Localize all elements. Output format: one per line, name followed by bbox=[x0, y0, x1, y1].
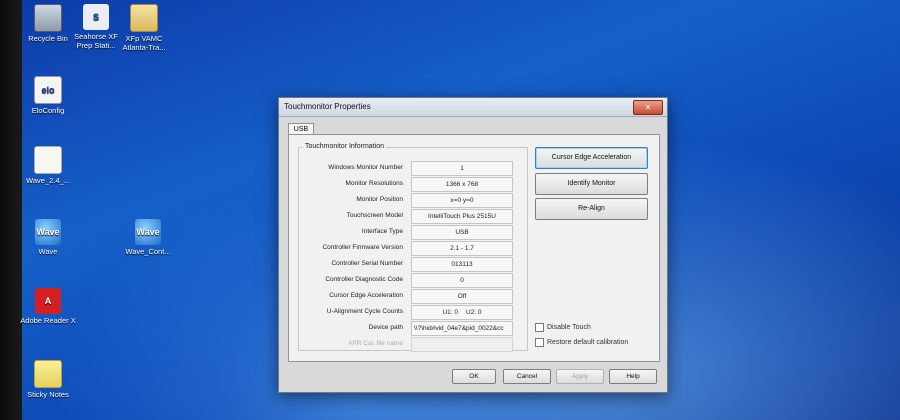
firmware-version-value: 2.1 - 1.7 bbox=[411, 241, 513, 256]
info-row-serial-number: Controller Serial Number 013113 bbox=[289, 257, 517, 272]
desktop: Recycle Bin S Seahorse XF Prep Stati... … bbox=[0, 0, 900, 420]
dialog-titlebar[interactable]: Touchmonitor Properties ✕ bbox=[279, 98, 667, 117]
field-label: Cursor Edge Acceleration bbox=[329, 292, 403, 299]
wave-icon: Wave bbox=[35, 219, 61, 245]
cancel-button[interactable]: Cancel bbox=[503, 369, 551, 384]
info-row-apr-cal-file: APR Cal. file name bbox=[289, 337, 517, 352]
apply-button[interactable]: Apply bbox=[556, 369, 604, 384]
folder-icon bbox=[130, 4, 158, 32]
cursor-edge-acceleration-button[interactable]: Cursor Edge Acceleration bbox=[535, 147, 648, 169]
info-row-device-path: Device path \\?\hid#vid_04e7&pid_0022&cc bbox=[289, 321, 517, 336]
info-row-diagnostic-code: Controller Diagnostic Code 0 bbox=[289, 273, 517, 288]
desktop-icon-wave-pdf[interactable]: Wave_2.4_... bbox=[18, 146, 78, 185]
diagnostic-code-value: 0 bbox=[411, 273, 513, 288]
info-row-touchscreen-model: Touchscreen Model IntelliTouch Plus 2515… bbox=[289, 209, 517, 224]
u1-count: U1: 0 bbox=[442, 309, 458, 316]
u2-count: U2: 0 bbox=[466, 309, 482, 316]
desktop-icon-label: Adobe Reader X bbox=[20, 316, 76, 325]
desktop-icon-sticky-notes[interactable]: Sticky Notes bbox=[18, 360, 78, 399]
recycle-bin-icon bbox=[34, 4, 62, 32]
device-path-value: \\?\hid#vid_04e7&pid_0022&cc bbox=[411, 321, 513, 336]
desktop-icon-label: XFp VAMC Atlanta-Tra... bbox=[122, 34, 166, 52]
restore-default-calibration-checkbox[interactable]: Restore default calibration bbox=[535, 338, 628, 347]
adobe-reader-icon: A bbox=[35, 288, 61, 314]
field-label: Controller Diagnostic Code bbox=[325, 276, 403, 283]
desktop-icon-label: EloConfig bbox=[31, 106, 65, 115]
info-row-monitor-number: Windows Monitor Number 1 bbox=[289, 161, 517, 176]
field-label: U-Alignment Cycle Counts bbox=[326, 308, 403, 315]
desktop-icon-label: Sticky Notes bbox=[27, 390, 69, 399]
usb-tab-panel: Touchmonitor Information Windows Monitor… bbox=[288, 134, 660, 362]
checkbox-label: Restore default calibration bbox=[547, 339, 629, 346]
field-label: Windows Monitor Number bbox=[328, 164, 403, 171]
sticky-notes-icon bbox=[34, 360, 62, 388]
field-label: Controller Serial Number bbox=[331, 260, 403, 267]
checkbox-box[interactable] bbox=[535, 338, 544, 347]
cursor-edge-acceleration-value: Off bbox=[411, 289, 513, 304]
desktop-icon-wave-control[interactable]: Wave Wave_Cont... bbox=[118, 219, 178, 256]
seahorse-icon: S bbox=[83, 4, 109, 30]
group-title: Touchmonitor Information bbox=[303, 143, 386, 150]
desktop-icon-label: Wave_2.4_... bbox=[26, 176, 70, 185]
monitor-resolution-value: 1366 x 768 bbox=[411, 177, 513, 192]
desktop-icon-adobe-reader[interactable]: A Adobe Reader X bbox=[18, 288, 78, 325]
checkbox-box[interactable] bbox=[535, 323, 544, 332]
pdf-file-icon bbox=[34, 146, 62, 174]
checkbox-label: Disable Touch bbox=[547, 324, 591, 331]
dialog-title: Touchmonitor Properties bbox=[284, 102, 371, 111]
elo-icon: elo bbox=[34, 76, 62, 104]
wave-icon: Wave bbox=[135, 219, 161, 245]
re-align-button[interactable]: Re-Align bbox=[535, 198, 648, 220]
touchscreen-model-value: IntelliTouch Plus 2515U bbox=[411, 209, 513, 224]
field-label: Touchscreen Model bbox=[346, 212, 403, 219]
disable-touch-checkbox[interactable]: Disable Touch bbox=[535, 323, 591, 332]
info-row-alignment-cycle-counts: U-Alignment Cycle Counts U1: 0 U2: 0 bbox=[289, 305, 517, 320]
desktop-icon-label: Wave bbox=[38, 247, 58, 256]
close-button[interactable]: ✕ bbox=[633, 100, 663, 115]
info-row-monitor-position: Monitor Position x=0 y=0 bbox=[289, 193, 517, 208]
touchmonitor-properties-dialog: Touchmonitor Properties ✕ USB Touchmonit… bbox=[278, 97, 668, 393]
serial-number-value: 013113 bbox=[411, 257, 513, 272]
alignment-cycle-counts-value: U1: 0 U2: 0 bbox=[411, 305, 513, 320]
desktop-icon-wave[interactable]: Wave Wave bbox=[18, 219, 78, 256]
info-row-interface-type: Interface Type USB bbox=[289, 225, 517, 240]
info-row-firmware-version: Controller Firmware Version 2.1 - 1.7 bbox=[289, 241, 517, 256]
interface-type-value: USB bbox=[411, 225, 513, 240]
desktop-icon-xfp-folder[interactable]: XFp VAMC Atlanta-Tra... bbox=[114, 4, 174, 52]
field-label: Controller Firmware Version bbox=[322, 244, 403, 251]
info-row-cursor-edge-acceleration: Cursor Edge Acceleration Off bbox=[289, 289, 517, 304]
field-label: APR Cal. file name bbox=[348, 340, 403, 347]
ok-button[interactable]: OK bbox=[452, 369, 496, 384]
field-label: Monitor Position bbox=[356, 196, 403, 203]
field-label: Device path bbox=[368, 324, 403, 331]
monitor-number-value: 1 bbox=[411, 161, 513, 176]
desktop-icon-label: Wave_Cont... bbox=[125, 247, 171, 256]
apr-cal-file-field bbox=[411, 337, 513, 352]
field-label: Interface Type bbox=[361, 228, 403, 235]
field-label: Monitor Resolutions bbox=[345, 180, 403, 187]
help-button[interactable]: Help bbox=[609, 369, 657, 384]
identify-monitor-button[interactable]: Identify Monitor bbox=[535, 173, 648, 195]
info-row-monitor-resolutions: Monitor Resolutions 1366 x 768 bbox=[289, 177, 517, 192]
monitor-position-value: x=0 y=0 bbox=[411, 193, 513, 208]
monitor-bezel bbox=[0, 0, 22, 420]
desktop-icon-eloconfig[interactable]: elo EloConfig bbox=[18, 76, 78, 115]
